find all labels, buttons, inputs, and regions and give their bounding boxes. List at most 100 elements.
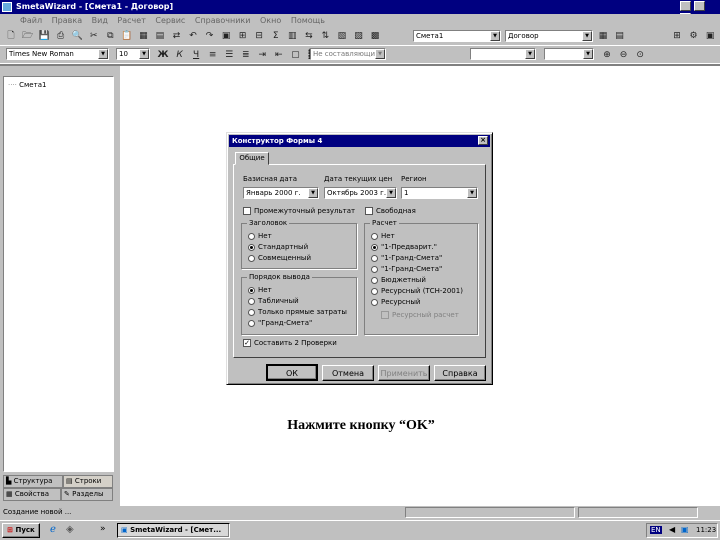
font-combo[interactable]: Times New Roman ▼ — [6, 48, 109, 60]
menu-directories[interactable]: Справочники — [195, 14, 251, 28]
ie-icon[interactable]: ℯ — [50, 524, 56, 535]
calc-resource-checkbox[interactable]: Ресурсный расчет — [381, 310, 459, 320]
chevron-down-icon[interactable]: ▼ — [139, 49, 149, 59]
radio-dot[interactable] — [248, 232, 255, 240]
paste-icon[interactable]: 📋 — [119, 30, 134, 43]
open-icon[interactable]: 🗁 — [20, 30, 35, 43]
align-center-icon[interactable]: ☰ — [222, 49, 237, 62]
undo-icon[interactable]: ↶ — [186, 30, 201, 43]
menu-window[interactable]: Окно — [260, 14, 281, 28]
calc-opt-5[interactable]: Ресурсный (ТСН-2001) — [371, 286, 463, 296]
dialog-close-button[interactable]: × — [478, 136, 488, 145]
menu-help[interactable]: Помощь — [291, 14, 325, 28]
radio-dot[interactable] — [248, 319, 255, 327]
tool-l-icon[interactable]: ▨ — [351, 30, 366, 43]
style-combo[interactable]: Не составляющие ▼ — [310, 48, 386, 60]
project-cost-checkbox[interactable]: Промежуточный результат — [243, 207, 355, 215]
header-opt-combined[interactable]: Совмещенный — [248, 253, 311, 263]
ok-button[interactable]: ОК — [266, 364, 318, 381]
report-icon[interactable]: ▤ — [612, 30, 627, 43]
tool-j-icon[interactable]: ⇅ — [318, 30, 333, 43]
base-date-combo[interactable]: Январь 2000 г. ▼ — [243, 187, 319, 199]
header-opt-standard[interactable]: Стандартный — [248, 242, 308, 252]
header-opt-none[interactable]: Нет — [248, 231, 272, 241]
zoom-in-icon[interactable]: ⊕ — [600, 49, 614, 62]
radio-dot[interactable] — [248, 286, 255, 294]
chevron-down-icon[interactable]: ▼ — [490, 31, 500, 41]
zoom-fit-icon[interactable]: ⊙ — [633, 49, 648, 62]
chevron-down-icon[interactable]: ▼ — [386, 188, 396, 198]
tool-h-icon[interactable]: ▥ — [285, 30, 300, 43]
radio-dot[interactable] — [248, 243, 255, 251]
document-combo[interactable]: Смета1 ▼ — [413, 30, 501, 42]
taskbar-app-button[interactable]: ▣ SmetaWizard - [Смет... — [117, 523, 230, 538]
apply-button[interactable]: Применить — [378, 365, 430, 381]
menu-calc[interactable]: Расчет — [117, 14, 145, 28]
empty-combo-2[interactable]: ▼ — [544, 48, 594, 60]
checkbox-box[interactable]: ✓ — [243, 339, 251, 347]
cut-icon[interactable]: ✂ — [86, 30, 101, 43]
tool-o-icon[interactable]: ⚙ — [686, 30, 701, 43]
checkbox-box[interactable] — [365, 207, 373, 215]
cancel-button[interactable]: Отмена — [322, 365, 374, 381]
radio-dot[interactable] — [248, 297, 255, 305]
radio-dot[interactable] — [371, 298, 378, 306]
tool-b-icon[interactable]: ▤ — [152, 30, 167, 43]
underline-button[interactable]: Ч — [189, 49, 204, 62]
align-left-icon[interactable]: ≡ — [205, 49, 220, 62]
tool-g-icon[interactable]: Σ — [268, 30, 283, 43]
calc-opt-0[interactable]: Нет — [371, 231, 395, 241]
copy-icon[interactable]: ⧉ — [103, 30, 118, 43]
menu-file[interactable]: Файл — [20, 14, 42, 28]
italic-button[interactable]: К — [172, 49, 187, 62]
menu-view[interactable]: Вид — [92, 14, 108, 28]
calc-opt-4[interactable]: Бюджетный — [371, 275, 426, 285]
align-right-icon[interactable]: ≣ — [238, 49, 253, 62]
save-icon[interactable]: 💾 — [37, 30, 52, 43]
bold-button[interactable]: Ж — [156, 49, 170, 62]
free-checkbox[interactable]: Свободная — [365, 207, 416, 215]
radio-dot[interactable] — [248, 308, 255, 316]
tab-rows[interactable]: ▤ Строки — [63, 475, 113, 488]
radio-dot[interactable] — [371, 254, 378, 262]
chevron-down-icon[interactable]: ▼ — [582, 31, 592, 41]
calc-opt-1[interactable]: "1-Предварит." — [371, 242, 437, 252]
radio-dot[interactable] — [248, 254, 255, 262]
tab-structure[interactable]: ▙ Структура — [3, 475, 63, 488]
menu-edit[interactable]: Правка — [52, 14, 82, 28]
chevron-down-icon[interactable]: ▼ — [98, 49, 108, 59]
calc-opt-3[interactable]: "1-Гранд-Смета" — [371, 264, 442, 274]
bottom-checkbox[interactable]: ✓ Составить 2 Проверки — [243, 339, 337, 347]
output-opt-table[interactable]: Табличный — [248, 296, 299, 306]
start-button[interactable]: ⊞ Пуск — [2, 523, 40, 538]
chevron-down-icon[interactable]: ▼ — [583, 49, 593, 59]
tool-m-icon[interactable]: ▩ — [368, 30, 383, 43]
type-combo[interactable]: Договор ▼ — [505, 30, 593, 42]
volume-icon[interactable]: ◀ — [669, 525, 675, 534]
radio-dot[interactable] — [371, 232, 378, 240]
tool-k-icon[interactable]: ▧ — [334, 30, 349, 43]
output-opt-grand[interactable]: "Гранд-Смета" — [248, 318, 312, 328]
print-icon[interactable]: ⎙ — [53, 30, 68, 43]
radio-dot[interactable] — [371, 287, 378, 295]
tab-sections[interactable]: ✎ Разделы — [61, 488, 113, 501]
radio-dot[interactable] — [371, 243, 378, 251]
zoom-out-icon[interactable]: ⊖ — [616, 49, 631, 62]
tab-properties[interactable]: ▦ Свойства — [3, 488, 61, 501]
help-button[interactable]: Справка — [434, 365, 486, 381]
tray-app-icon[interactable]: ▣ — [681, 525, 689, 534]
calc-opt-6[interactable]: Ресурсный — [371, 297, 420, 307]
minimize-button[interactable] — [680, 1, 691, 11]
calc-opt-2[interactable]: "1-Гранд-Смета" — [371, 253, 442, 263]
region-combo[interactable]: 1 ▼ — [401, 187, 478, 199]
chevron-down-icon[interactable]: ▼ — [308, 188, 318, 198]
menu-service[interactable]: Сервис — [155, 14, 185, 28]
dialog-tab-general[interactable]: Общие — [235, 152, 269, 165]
tool-i-icon[interactable]: ⇆ — [301, 30, 316, 43]
tool-e-icon[interactable]: ⊞ — [235, 30, 250, 43]
outdent-icon[interactable]: ⇤ — [271, 49, 286, 62]
chevron-down-icon[interactable]: ▼ — [375, 49, 385, 59]
preview-icon[interactable]: 🔍 — [70, 30, 85, 43]
chevron-down-icon[interactable]: ▼ — [467, 188, 477, 198]
checkbox-box[interactable] — [243, 207, 251, 215]
